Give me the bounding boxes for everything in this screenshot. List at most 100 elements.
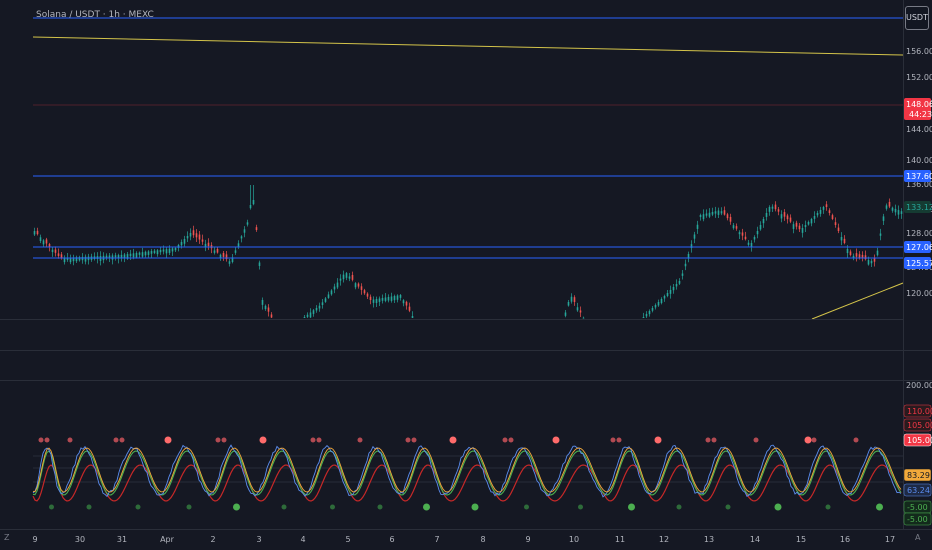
price-tick-label: 120.00 — [906, 289, 932, 298]
overbought-dot — [502, 437, 508, 443]
time-axis[interactable]: 9 30 31 Apr 2 3 4 5 6 7 8 9 10 11 12 13 14 15 16 17 — [32, 535, 895, 544]
overbought-dot — [411, 437, 417, 443]
time-label: 9 — [525, 535, 530, 544]
price-tag-countdown: 44:23 — [909, 110, 932, 119]
indicator-tag-label: 110.00 — [907, 407, 932, 416]
price-tag-label: 127.06 — [906, 243, 932, 252]
time-label: 6 — [389, 535, 394, 544]
indicator-tag-label: -5.00 — [907, 515, 928, 524]
time-label: 11 — [615, 535, 625, 544]
time-label: 4 — [300, 535, 305, 544]
indicator-tag-label: 105.00 — [907, 421, 932, 430]
oversold-dot — [578, 504, 583, 510]
overbought-dot — [711, 437, 717, 443]
time-label: 30 — [75, 535, 85, 544]
time-label: 2 — [210, 535, 215, 544]
signal-line — [32, 464, 902, 502]
oscillator-pane — [32, 436, 903, 511]
overbought-dot — [44, 437, 50, 443]
overbought-dot — [259, 436, 267, 444]
currency-button[interactable]: USDT — [905, 6, 929, 30]
price-tag-label: 133.12 — [906, 203, 932, 212]
time-label: 13 — [704, 535, 714, 544]
time-label: 3 — [256, 535, 261, 544]
corner-label-left[interactable]: Z — [4, 533, 9, 542]
price-tag-label: 137.60 — [906, 172, 932, 181]
indicator-axis-tags: 110.00 105.00 105.00 83.29 63.24 -5.00 -5.00 — [903, 404, 932, 526]
overbought-dot — [705, 437, 711, 443]
oversold-dot — [876, 503, 883, 511]
price-tick-label: 144.00 — [906, 125, 932, 134]
indicator-axis[interactable]: 200.00 — [906, 381, 932, 390]
time-label: 8 — [480, 535, 485, 544]
overbought-dot — [221, 437, 227, 443]
oversold-dot — [377, 504, 383, 510]
overbought-dot — [508, 437, 514, 443]
oversold-dot — [86, 504, 92, 510]
time-label: 5 — [345, 535, 350, 544]
overbought-dot — [616, 437, 622, 443]
symbol-title[interactable]: Solana / USDT · 1h · MEXC — [36, 10, 154, 20]
overbought-dot — [357, 437, 363, 443]
oversold-dot — [49, 504, 54, 510]
overbought-dot — [811, 437, 817, 443]
indicator-tag-label: 105.00 — [907, 436, 932, 445]
oversold-dot — [281, 504, 287, 510]
overbought-dot — [405, 437, 411, 443]
time-label: 17 — [885, 535, 895, 544]
overbought-dot — [449, 436, 457, 444]
corner-label-right[interactable]: A — [915, 533, 920, 542]
time-label: 31 — [117, 535, 127, 544]
time-label: 12 — [659, 535, 669, 544]
time-label: 15 — [796, 535, 806, 544]
overbought-dot — [67, 437, 73, 443]
oversold-dot — [628, 503, 635, 511]
overbought-dot — [853, 437, 859, 443]
indicator-tag-label: -5.00 — [907, 503, 928, 512]
overbought-dot — [654, 436, 662, 444]
overbought-dot — [310, 437, 316, 443]
overbought-dot — [113, 437, 119, 443]
time-label: 10 — [569, 535, 579, 544]
oversold-dot — [471, 503, 479, 511]
trading-chart[interactable]: 156.00152.00148.00144.00140.00136.00132.… — [0, 0, 932, 550]
price-tick-label: 140.00 — [906, 156, 932, 165]
indicator-tag-label: 83.29 — [907, 471, 930, 480]
oversold-dot — [825, 504, 831, 510]
oversold-dot — [233, 503, 240, 511]
time-label: 14 — [750, 535, 760, 544]
overbought-dot — [316, 437, 322, 443]
trend-line-upper[interactable] — [32, 36, 904, 56]
overbought-dot — [38, 437, 44, 443]
overbought-dot — [753, 437, 759, 443]
overbought-dot — [119, 437, 125, 443]
time-label: 9 — [32, 535, 37, 544]
overbought-dot — [552, 436, 560, 444]
indicator-tick-label: 200.00 — [906, 381, 932, 390]
trend-line-lower[interactable] — [811, 282, 904, 320]
overbought-dot — [164, 436, 172, 444]
overbought-dot — [215, 437, 221, 443]
time-label: Apr — [160, 535, 175, 544]
oversold-dot — [423, 503, 430, 511]
price-tag-label: 148.06 — [906, 100, 932, 109]
chart-drawings[interactable] — [32, 17, 904, 320]
price-tick-label: 128.00 — [906, 229, 932, 238]
time-label: 7 — [434, 535, 439, 544]
oversold-dot — [186, 504, 192, 510]
price-tick-label: 156.00 — [906, 47, 932, 56]
price-tick-label: 152.00 — [906, 73, 932, 82]
oversold-dot — [524, 504, 529, 510]
price-candles — [33, 185, 903, 319]
oversold-dot — [676, 504, 682, 510]
oversold-dot — [135, 504, 141, 510]
indicator-tag-label: 63.24 — [907, 486, 930, 495]
time-label: 16 — [840, 535, 850, 544]
oversold-dot — [330, 504, 335, 510]
price-tag-label: 125.57 — [906, 259, 932, 268]
overbought-dot — [610, 437, 616, 443]
oversold-dot — [725, 504, 731, 510]
oversold-dot — [774, 503, 782, 511]
overbought-dot — [804, 436, 812, 444]
slow-line — [32, 450, 902, 496]
